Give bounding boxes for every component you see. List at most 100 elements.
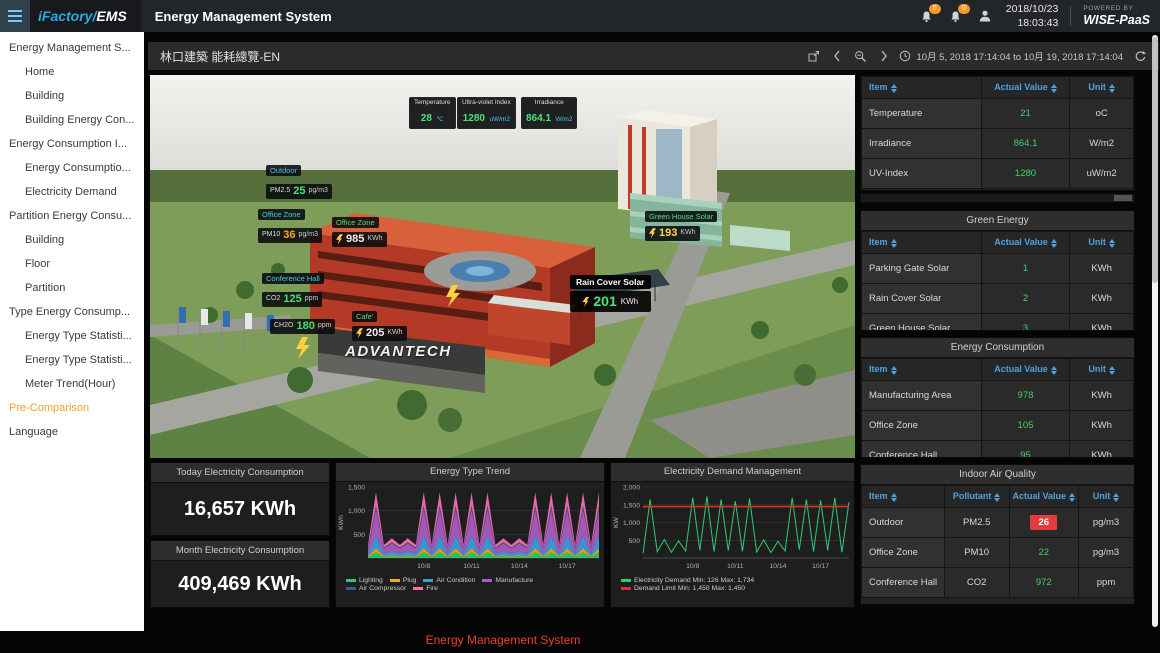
- column-header-unit[interactable]: Unit: [1070, 77, 1134, 99]
- zoom-out-button[interactable]: [852, 48, 869, 65]
- sort-icon: [891, 493, 897, 502]
- cell: pg/m3: [1079, 508, 1134, 538]
- column-header-actual-value[interactable]: Actual Value: [981, 232, 1070, 254]
- legend-color-marker: [413, 587, 423, 590]
- conference-hall-co2-overlay: Conference Hall CO2125ppm: [262, 267, 324, 307]
- time-range-selector[interactable]: 10月 5, 2018 17:14:04 to 10月 19, 2018 17:…: [899, 49, 1123, 63]
- legend-item-fire: Fire: [413, 585, 438, 592]
- table-row: OutdoorPM2.526pg/m3: [862, 508, 1134, 538]
- sidebar-item-partition[interactable]: Partition: [0, 276, 144, 300]
- next-range-button[interactable]: [878, 48, 890, 64]
- legend-item-air-condition: Air Condition: [423, 577, 475, 584]
- month-consumption-card: Month Electricity Consumption 409,469 KW…: [150, 540, 330, 608]
- notification-bell-button[interactable]: 0: [947, 8, 964, 25]
- card-value: 409,469 KWh: [151, 561, 329, 607]
- legend-label: Lighting: [359, 577, 383, 584]
- lightning-icon: [582, 297, 589, 307]
- column-header-item[interactable]: Item: [862, 232, 982, 254]
- user-account-button[interactable]: [976, 7, 994, 25]
- scrollbar-thumb[interactable]: [1114, 195, 1132, 201]
- office-zone-pm10-overlay: Office Zone PM1036pg/m3: [258, 203, 322, 243]
- table-header-row: ItemActual ValueUnit: [862, 77, 1134, 99]
- sidebar-item-meter-trend-hour[interactable]: Meter Trend(Hour): [0, 372, 144, 396]
- campus-3d-render: [150, 75, 855, 458]
- sidebar-item-pre-comparison[interactable]: Pre-Comparison: [0, 396, 144, 420]
- legend-color-marker: [390, 579, 400, 582]
- sidebar-item-energy-management-s[interactable]: Energy Management S...: [0, 36, 144, 60]
- green-energy-table: ItemActual ValueUnitParking Gate Solar1K…: [861, 231, 1134, 331]
- sidebar-item-type-energy-consump[interactable]: Type Energy Consump...: [0, 300, 144, 324]
- sidebar-item-floor[interactable]: Floor: [0, 252, 144, 276]
- alarm-bell-button[interactable]: 0: [918, 8, 935, 25]
- sidebar-item-building-energy-con[interactable]: Building Energy Con...: [0, 108, 144, 132]
- sidebar-scrollbar-thumb[interactable]: [1152, 37, 1158, 283]
- chart-legend: LightingPlugAir ConditionManufactureAir …: [336, 575, 604, 592]
- column-header-item[interactable]: Item: [862, 486, 945, 508]
- sidebar-item-energy-type-statisti[interactable]: Energy Type Statisti...: [0, 348, 144, 372]
- column-header-item[interactable]: Item: [862, 359, 982, 381]
- overlay-label: Conference Hall: [262, 273, 324, 284]
- table-row: Office Zone105KWh: [862, 411, 1134, 441]
- cell: Conference Hall: [862, 568, 945, 598]
- cell: Outdoor: [862, 508, 945, 538]
- column-header-actual-value[interactable]: Actual Value: [1009, 486, 1079, 508]
- refresh-button[interactable]: [1132, 48, 1149, 65]
- legend-item-lighting: Lighting: [346, 577, 383, 584]
- sidebar-item-building[interactable]: Building: [0, 228, 144, 252]
- svg-text:KW: KW: [613, 516, 620, 528]
- sidebar-item-partition-energy-consu[interactable]: Partition Energy Consu...: [0, 204, 144, 228]
- magnifier-minus-icon: [854, 50, 867, 63]
- column-header-pollutant[interactable]: Pollutant: [944, 486, 1009, 508]
- user-icon: [978, 9, 992, 23]
- table-row: Conference Hall95KWh: [862, 441, 1134, 459]
- column-header-actual-value[interactable]: Actual Value: [981, 359, 1070, 381]
- prev-range-button[interactable]: [831, 48, 843, 64]
- sidebar-item-building[interactable]: Building: [0, 84, 144, 108]
- export-button[interactable]: [805, 48, 822, 65]
- column-header-unit[interactable]: Unit: [1079, 486, 1134, 508]
- column-header-unit[interactable]: Unit: [1070, 232, 1134, 254]
- cell: Manufacturing Area: [862, 381, 982, 411]
- value-cell: 105: [981, 411, 1070, 441]
- column-header-unit[interactable]: Unit: [1070, 359, 1134, 381]
- hamburger-icon: [8, 10, 22, 12]
- chart-title: Energy Type Trend: [336, 463, 604, 482]
- legend-color-marker: [621, 579, 631, 582]
- sort-icon: [1109, 366, 1115, 375]
- card-title: Today Electricity Consumption: [151, 463, 329, 483]
- sidebar-item-energy-consumptio[interactable]: Energy Consumptio...: [0, 156, 144, 180]
- sidebar-scrollbar: [1152, 35, 1158, 627]
- sort-icon: [1051, 84, 1057, 93]
- svg-text:10/8: 10/8: [417, 563, 430, 570]
- overlay-metric: CH2O: [274, 322, 293, 330]
- menu-toggle-button[interactable]: [0, 0, 30, 32]
- sidebar-item-electricity-demand[interactable]: Electricity Demand: [0, 180, 144, 204]
- cell: Green House Solar: [862, 314, 982, 332]
- legend-item-plug: Plug: [390, 577, 417, 584]
- legend-color-marker: [346, 579, 356, 582]
- outdoor-pm25-overlay: Outdoor PM2.525pg/m3: [266, 159, 332, 199]
- sidebar-item-energy-consumption-i[interactable]: Energy Consumption I...: [0, 132, 144, 156]
- sidebar-item-home[interactable]: Home: [0, 60, 144, 84]
- app-logo[interactable]: iFactory/EMS: [30, 0, 141, 32]
- campus-3d-view: Temperature 28 ℃ Ultra-violet Index 1280…: [150, 75, 855, 458]
- overlay-metric: CO2: [266, 295, 280, 303]
- cell: UV-Index: [862, 159, 982, 189]
- sidebar-item-energy-type-statisti[interactable]: Energy Type Statisti...: [0, 324, 144, 348]
- overlay-label: Green House Solar: [645, 211, 717, 222]
- legend-label: Manufacture: [495, 577, 533, 584]
- legend-label: Plug: [403, 577, 417, 584]
- sort-icon: [994, 493, 1000, 502]
- today-consumption-card: Today Electricity Consumption 16,657 KWh: [150, 462, 330, 536]
- column-header-actual-value[interactable]: Actual Value: [981, 77, 1070, 99]
- value-cell: 2: [981, 284, 1070, 314]
- cell: oC: [1070, 99, 1134, 129]
- cell: CO2: [944, 568, 1009, 598]
- overlay-unit: pg/m3: [308, 187, 327, 195]
- legend-color-marker: [346, 587, 356, 590]
- column-header-item[interactable]: Item: [862, 77, 982, 99]
- sidebar-item-language[interactable]: Language: [0, 420, 144, 444]
- wise-paas-logo: WISE-PaaS: [1083, 13, 1150, 27]
- overlay-unit: ppm: [318, 322, 332, 330]
- overlay-label: Rain Cover Solar: [570, 275, 651, 289]
